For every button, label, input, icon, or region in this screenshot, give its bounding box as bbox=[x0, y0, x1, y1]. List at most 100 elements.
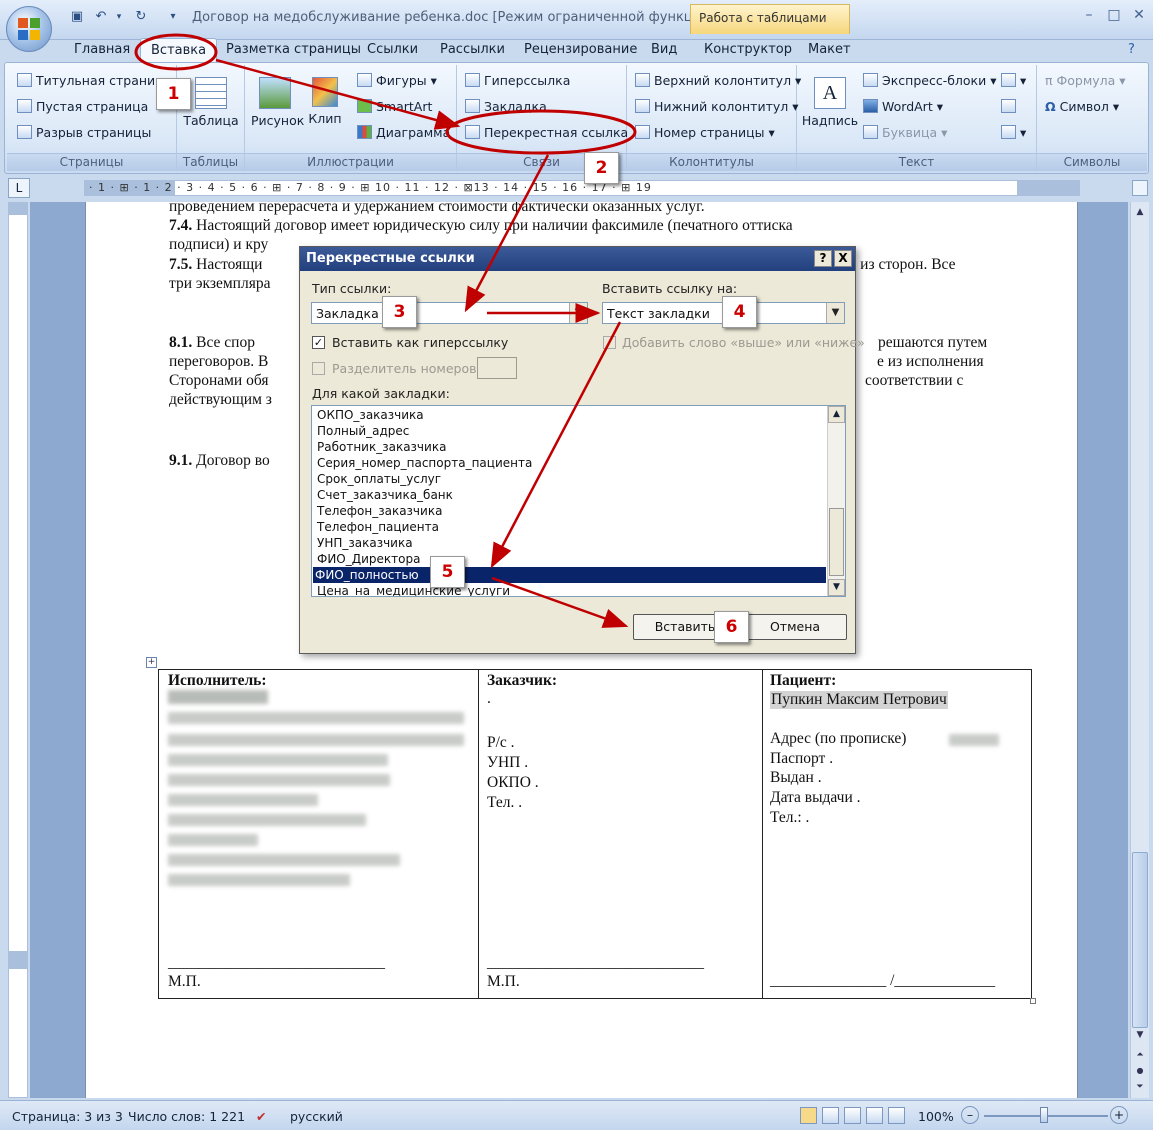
print-layout-icon[interactable] bbox=[800, 1107, 817, 1124]
cover-page-button[interactable]: Титульная страница bbox=[17, 73, 171, 88]
ref-type-dropdown-icon[interactable]: ▼ bbox=[569, 303, 587, 323]
vertical-scrollbar[interactable]: ▲ ▼ ⏶ ● ⏷ bbox=[1130, 202, 1149, 1098]
tab-references[interactable]: Ссылки bbox=[367, 42, 418, 57]
office-button[interactable] bbox=[6, 6, 52, 52]
bookmark-item[interactable]: Серия_номер_паспорта_пациента bbox=[315, 455, 825, 471]
zoom-slider-thumb[interactable] bbox=[1040, 1107, 1048, 1123]
maximize-button[interactable]: □ bbox=[1103, 6, 1125, 24]
browse-object-icon[interactable]: ● bbox=[1132, 1064, 1148, 1078]
dropcap-button[interactable]: Буквица ▾ bbox=[863, 125, 947, 140]
office-logo-icon bbox=[18, 18, 40, 40]
bookmark-item[interactable]: ФИО_Директора bbox=[315, 551, 825, 567]
above-below-checkbox[interactable] bbox=[603, 336, 616, 349]
prev-page-icon[interactable]: ⏶ bbox=[1132, 1048, 1148, 1062]
separator-checkbox[interactable] bbox=[312, 362, 325, 375]
undo-dropdown-icon[interactable]: ▾ bbox=[110, 8, 128, 26]
quick-parts-button[interactable]: Экспресс-блоки ▾ bbox=[863, 73, 996, 88]
tab-home[interactable]: Главная bbox=[74, 42, 130, 57]
bookmark-item[interactable]: Телефон_заказчика bbox=[315, 503, 825, 519]
bookmark-item[interactable]: ОКПО_заказчика bbox=[315, 407, 825, 423]
tab-insert[interactable]: Вставка bbox=[140, 38, 218, 62]
tab-review[interactable]: Рецензирование bbox=[524, 42, 637, 57]
patient-name-field[interactable]: Пупкин Максим Петрович bbox=[770, 691, 948, 709]
list-scroll-up-icon[interactable]: ▲ bbox=[828, 406, 845, 423]
web-layout-icon[interactable] bbox=[844, 1107, 861, 1124]
bookmark-item[interactable]: Цена_на_медицинские_услуги bbox=[315, 583, 825, 596]
view-ruler-icon[interactable] bbox=[1132, 180, 1148, 196]
zoom-in-button[interactable]: + bbox=[1110, 1106, 1128, 1124]
cancel-button[interactable]: Отмена bbox=[743, 614, 847, 640]
wordart-button[interactable]: WordArt ▾ bbox=[863, 99, 943, 114]
undo-icon[interactable]: ↶ bbox=[92, 8, 110, 26]
hyperlink-button[interactable]: Гиперссылка bbox=[465, 73, 570, 88]
bookmark-item[interactable]: Работник_заказчика bbox=[315, 439, 825, 455]
vertical-ruler[interactable] bbox=[8, 202, 28, 1098]
separator-input[interactable] bbox=[477, 357, 517, 379]
bookmark-item[interactable]: Счет_заказчика_банк bbox=[315, 487, 825, 503]
shapes-button[interactable]: Фигуры ▾ bbox=[357, 73, 437, 88]
list-scroll-down-icon[interactable]: ▼ bbox=[828, 579, 845, 596]
table-resize-handle[interactable] bbox=[1030, 998, 1036, 1004]
tab-page-layout[interactable]: Разметка страницы bbox=[226, 42, 361, 57]
footer-button[interactable]: Нижний колонтитул ▾ bbox=[635, 99, 799, 114]
bookmark-list[interactable]: ОКПО_заказчика Полный_адрес Работник_заказ… bbox=[311, 405, 846, 597]
full-screen-reading-icon[interactable] bbox=[822, 1107, 839, 1124]
header-button[interactable]: Верхний колонтитул ▾ bbox=[635, 73, 801, 88]
ref-type-select[interactable]: Закладка ▼ bbox=[311, 302, 588, 324]
date-time-icon[interactable] bbox=[1001, 99, 1020, 114]
close-button[interactable]: ✕ bbox=[1128, 6, 1150, 24]
dialog-help-button[interactable]: ? bbox=[814, 250, 832, 267]
bookmark-item-selected[interactable]: ФИО_полностью bbox=[313, 567, 826, 583]
zoom-out-button[interactable]: – bbox=[961, 1106, 979, 1124]
dialog-close-button[interactable]: X bbox=[834, 250, 852, 267]
tab-selector[interactable]: L bbox=[8, 178, 30, 198]
bookmark-button[interactable]: Закладка bbox=[465, 99, 547, 114]
smartart-button[interactable]: SmartArt bbox=[357, 99, 432, 114]
page-count[interactable]: Страница: 3 из 3 bbox=[12, 1109, 123, 1124]
bookmark-list-scrollbar[interactable]: ▲ ▼ bbox=[827, 406, 845, 596]
bookmark-item[interactable]: УНП_заказчика bbox=[315, 535, 825, 551]
patient-cell[interactable]: Пациент: Пупкин Максим Петрович Адрес (п… bbox=[763, 670, 1031, 998]
save-icon[interactable]: ▣ bbox=[68, 8, 86, 26]
tab-design[interactable]: Конструктор bbox=[704, 42, 792, 57]
scroll-thumb[interactable] bbox=[1132, 852, 1148, 1028]
redo-icon[interactable]: ↻ bbox=[132, 8, 150, 26]
cross-reference-button[interactable]: Перекрестная ссылка bbox=[465, 125, 628, 140]
help-icon[interactable]: ? bbox=[1128, 42, 1135, 57]
customize-qat-icon[interactable]: ▾ bbox=[164, 8, 182, 26]
executor-cell[interactable]: Исполнитель: ___________________________… bbox=[159, 670, 479, 998]
draft-icon[interactable] bbox=[888, 1107, 905, 1124]
page-number-button[interactable]: Номер страницы ▾ bbox=[635, 125, 775, 140]
customer-cell[interactable]: Заказчик: . Р/с . УНП . ОКПО . Тел. . __… bbox=[479, 670, 763, 998]
spelling-icon[interactable]: ✔ bbox=[256, 1109, 266, 1124]
blank-page-button[interactable]: Пустая страница bbox=[17, 99, 148, 114]
scroll-up-icon[interactable]: ▲ bbox=[1132, 204, 1148, 220]
horizontal-ruler[interactable]: · 1 · ⊞ · 1 · 2 · 3 · 4 · 5 · 6 · ⊞ · 7 … bbox=[84, 180, 1080, 196]
scroll-down-icon[interactable]: ▼ bbox=[1132, 1028, 1148, 1042]
signature-line-icon[interactable]: ▾ bbox=[1001, 73, 1026, 88]
clip-button[interactable]: Клип bbox=[305, 77, 345, 126]
symbol-button[interactable]: Ω Символ ▾ bbox=[1045, 99, 1119, 114]
outline-icon[interactable] bbox=[866, 1107, 883, 1124]
object-icon[interactable]: ▾ bbox=[1001, 125, 1026, 140]
bookmark-item[interactable]: Срок_оплаты_услуг bbox=[315, 471, 825, 487]
hyperlink-checkbox[interactable]: ✓ bbox=[312, 336, 325, 349]
language[interactable]: русский bbox=[290, 1109, 343, 1124]
equation-button[interactable]: π Формула ▾ bbox=[1045, 73, 1126, 88]
bookmark-item[interactable]: Телефон_пациента bbox=[315, 519, 825, 535]
zoom-level[interactable]: 100% bbox=[918, 1109, 954, 1124]
minimize-button[interactable]: – bbox=[1078, 6, 1100, 24]
bookmark-item[interactable]: Полный_адрес bbox=[315, 423, 825, 439]
tab-mailings[interactable]: Рассылки bbox=[440, 42, 505, 57]
picture-button[interactable]: Рисунок bbox=[251, 77, 304, 128]
table-move-handle-icon[interactable]: + bbox=[146, 657, 157, 668]
word-count[interactable]: Число слов: 1 221 bbox=[128, 1109, 245, 1124]
textbox-button[interactable]: A Надпись bbox=[801, 77, 859, 128]
tab-layout[interactable]: Макет bbox=[808, 42, 851, 57]
list-scroll-thumb[interactable] bbox=[829, 508, 844, 576]
chart-button[interactable]: Диаграмма bbox=[357, 125, 450, 140]
page-break-button[interactable]: Разрыв страницы bbox=[17, 125, 151, 140]
insert-ref-dropdown-icon[interactable]: ▼ bbox=[826, 303, 844, 323]
next-page-icon[interactable]: ⏷ bbox=[1132, 1080, 1148, 1094]
tab-view[interactable]: Вид bbox=[651, 42, 677, 57]
